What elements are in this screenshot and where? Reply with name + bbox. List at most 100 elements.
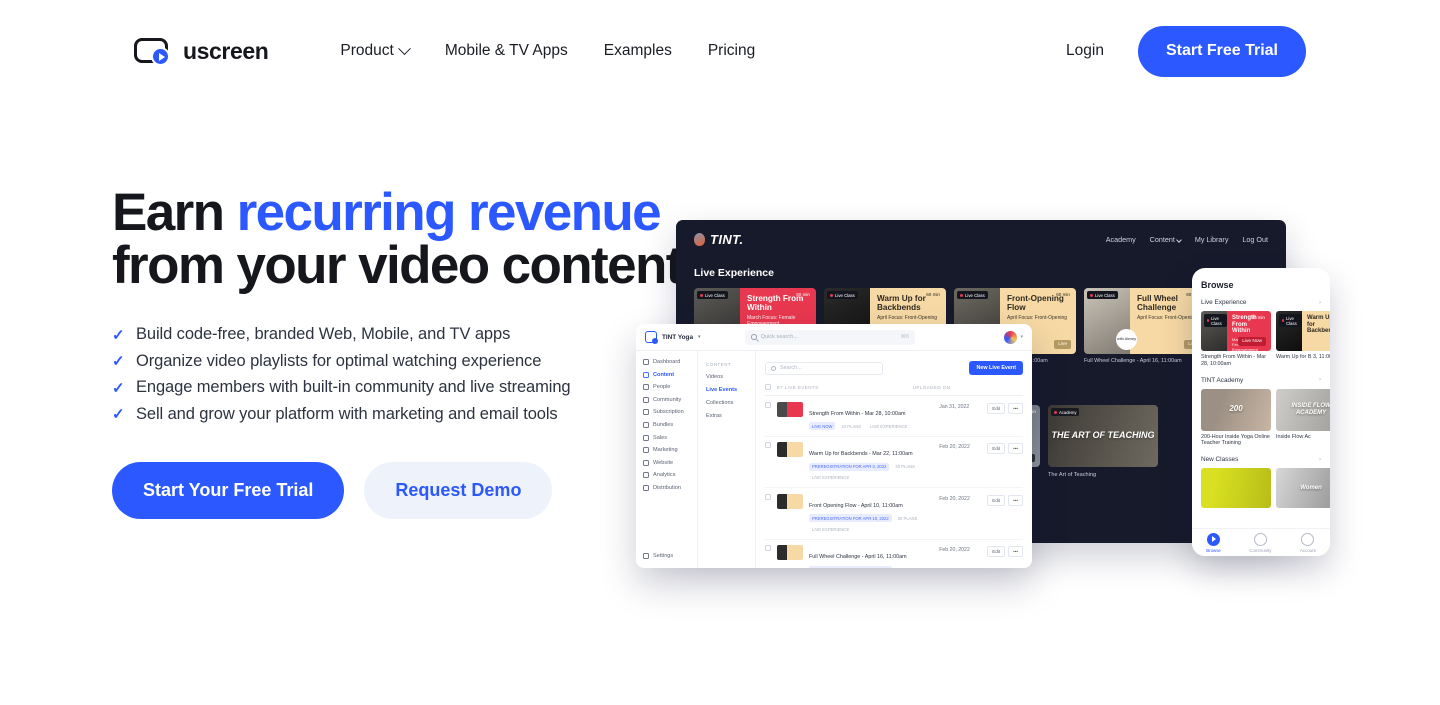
live-class-badge: Live Class (1279, 314, 1302, 327)
new-live-event-button[interactable]: New Live Event (969, 361, 1023, 375)
sidebar-item-bundles[interactable]: Bundles (643, 421, 697, 428)
desktop-nav-content[interactable]: Content (1150, 235, 1182, 244)
mobile-section-tint-academy[interactable]: TINT Academy › (1201, 377, 1321, 384)
content-icon (643, 371, 649, 378)
mobile-section-live-experience[interactable]: Live Experience › (1201, 299, 1321, 306)
login-link[interactable]: Login (1066, 42, 1104, 60)
chevron-down-icon[interactable]: ▾ (1020, 334, 1023, 340)
select-all-checkbox[interactable] (765, 384, 771, 390)
website-icon (643, 459, 649, 466)
check-icon: ✓ (112, 379, 125, 397)
row-more-button[interactable]: ••• (1008, 494, 1023, 506)
nav-item-examples[interactable]: Examples (604, 42, 672, 60)
row-action-button[interactable]: Edit (987, 546, 1006, 557)
row-action-button[interactable]: Edit (987, 494, 1006, 506)
sidebar-item-community[interactable]: Community (643, 396, 697, 403)
sidebar-item-marketing[interactable]: Marketing (643, 447, 697, 454)
workspace-switcher[interactable]: TINT Yoga ▾ (645, 331, 701, 344)
workspace-logo-icon (645, 331, 658, 344)
sidebar-item-content[interactable]: Content (643, 371, 697, 378)
table-row[interactable]: Full Wheel Challenge - April 16, 11:00am… (765, 540, 1023, 568)
tab-community[interactable]: Community (1249, 532, 1271, 553)
row-more-button[interactable]: ••• (1008, 546, 1023, 557)
analytics-icon (643, 472, 649, 479)
tab-account[interactable]: Account (1300, 532, 1316, 553)
sidebar-item-distribution[interactable]: Distribution (643, 484, 697, 491)
academy-card-item[interactable]: Academy THE ART OF TEACHING The Art of T… (1048, 405, 1158, 478)
nav-item-mobile-tv-apps[interactable]: Mobile & TV Apps (445, 42, 568, 60)
mobile-card-item[interactable]: INSIDE FLOW ACADEMY Inside Flow Ac (1276, 388, 1330, 448)
column-header-uploaded-on: UPLOADED ON (912, 384, 951, 390)
nav-item-product[interactable]: Product (340, 41, 411, 60)
avatar[interactable] (1004, 330, 1018, 344)
card-overlay-title: INSIDE FLOW ACADEMY (1291, 403, 1330, 416)
row-checkbox[interactable] (765, 493, 771, 500)
mobile-card-item[interactable]: Live Class Warm Up for Backbends Warm Up… (1276, 311, 1330, 368)
desktop-nav-my-library[interactable]: My Library (1195, 235, 1229, 244)
row-action-button[interactable]: Edit (987, 402, 1006, 414)
subnav-heading: CONTENT (706, 362, 732, 367)
distribution-icon (643, 484, 649, 491)
nav-item-pricing[interactable]: Pricing (708, 42, 755, 60)
column-header-events: 87 LIVE EVENTS (777, 384, 819, 390)
sidebar-item-label: Community (653, 396, 682, 403)
bundles-icon (643, 421, 649, 428)
table-row[interactable]: Warm Up for Backbends - Mar 22, 11:00am … (765, 437, 1023, 488)
sidebar-item-dashboard[interactable]: Dashboard (643, 359, 697, 365)
section-label: TINT Academy (1201, 376, 1244, 384)
start-your-free-trial-button[interactable]: Start Your Free Trial (112, 461, 345, 519)
sidebar-item-subscription[interactable]: Subscription (643, 409, 697, 416)
mobile-card-item[interactable] (1201, 468, 1271, 508)
sidebar-item-analytics[interactable]: Analytics (643, 472, 697, 479)
sidebar-item-people[interactable]: People (643, 384, 697, 391)
subnav-item-live-events[interactable]: Live Events (706, 387, 755, 393)
request-demo-button[interactable]: Request Demo (364, 461, 553, 519)
live-class-badge: Live Class (827, 291, 858, 299)
mobile-section-new-classes[interactable]: New Classes › (1201, 456, 1321, 463)
card-caption: Warm Up for B 3, 11:00am (1276, 354, 1330, 360)
subnav-item-collections[interactable]: Collections (706, 400, 755, 406)
row-tag-plans: 20 PLANS (895, 464, 915, 469)
subnav-item-videos[interactable]: Videos (706, 374, 755, 380)
row-checkbox[interactable] (765, 545, 771, 551)
mobile-card-item[interactable]: Live Class 60 min Strength From Within M… (1201, 311, 1271, 368)
table-row[interactable]: Strength From Within - Mar 28, 10:00am L… (765, 396, 1023, 437)
sidebar-item-sales[interactable]: Sales (643, 434, 697, 441)
start-free-trial-button[interactable]: Start Free Trial (1137, 25, 1306, 77)
sidebar-item-website[interactable]: Website (643, 459, 697, 466)
subscription-icon (643, 409, 649, 416)
search-input[interactable]: Search... (765, 361, 883, 375)
desktop-app-header: TINT. Academy Content My Library Log Out (676, 220, 1286, 247)
row-more-button[interactable]: ••• (1008, 443, 1023, 454)
mobile-card-item[interactable]: 200 200-Hour Inside Yoga Online Teacher … (1201, 388, 1271, 448)
row-title: Full Wheel Challenge - April 16, 11:00am (809, 554, 907, 560)
quick-search-placeholder: Quick search... (760, 334, 798, 340)
brand-name: uscreen (183, 37, 269, 64)
row-thumbnail (777, 442, 803, 457)
nav-item-product-label: Product (340, 42, 394, 59)
headline-line1-plain: Earn (112, 183, 237, 242)
card-caption: Full Wheel Challenge - April 16, 11:00am (1084, 358, 1182, 364)
sidebar-item-settings[interactable]: Settings (643, 553, 697, 559)
subnav-item-extras[interactable]: Extras (706, 413, 755, 419)
table-row[interactable]: Front Opening Flow - April 10, 11:00am P… (765, 488, 1023, 540)
live-card-item[interactable]: Live Class 60 min Full Wheel Challenge A… (1084, 288, 1206, 364)
row-tag-plans: 20 PLANS (895, 566, 921, 568)
admin-sidebar: Dashboard Content People Community Subsc… (636, 351, 698, 568)
desktop-nav-academy[interactable]: Academy (1106, 235, 1136, 244)
live-class-badge: Live Class (697, 291, 728, 299)
row-title: Front Opening Flow - April 10, 11:00am (809, 502, 903, 509)
quick-search-input[interactable]: Quick search... ⌘K (745, 329, 916, 345)
sidebar-item-label: Distribution (653, 484, 681, 491)
community-icon (643, 396, 649, 403)
row-tag-status: PREREGISTRATION FOR APR 3, 2022 (809, 462, 890, 471)
row-more-button[interactable]: ••• (1008, 402, 1023, 414)
row-checkbox[interactable] (765, 442, 771, 448)
row-thumbnail (777, 545, 803, 560)
mobile-card-item[interactable]: Women (1276, 468, 1330, 508)
uscreen-logo[interactable]: uscreen (134, 36, 269, 66)
row-checkbox[interactable] (765, 401, 771, 408)
tab-browse[interactable]: Browse (1206, 532, 1221, 553)
desktop-nav-log-out[interactable]: Log Out (1242, 235, 1268, 244)
row-action-button[interactable]: Edit (987, 443, 1006, 454)
